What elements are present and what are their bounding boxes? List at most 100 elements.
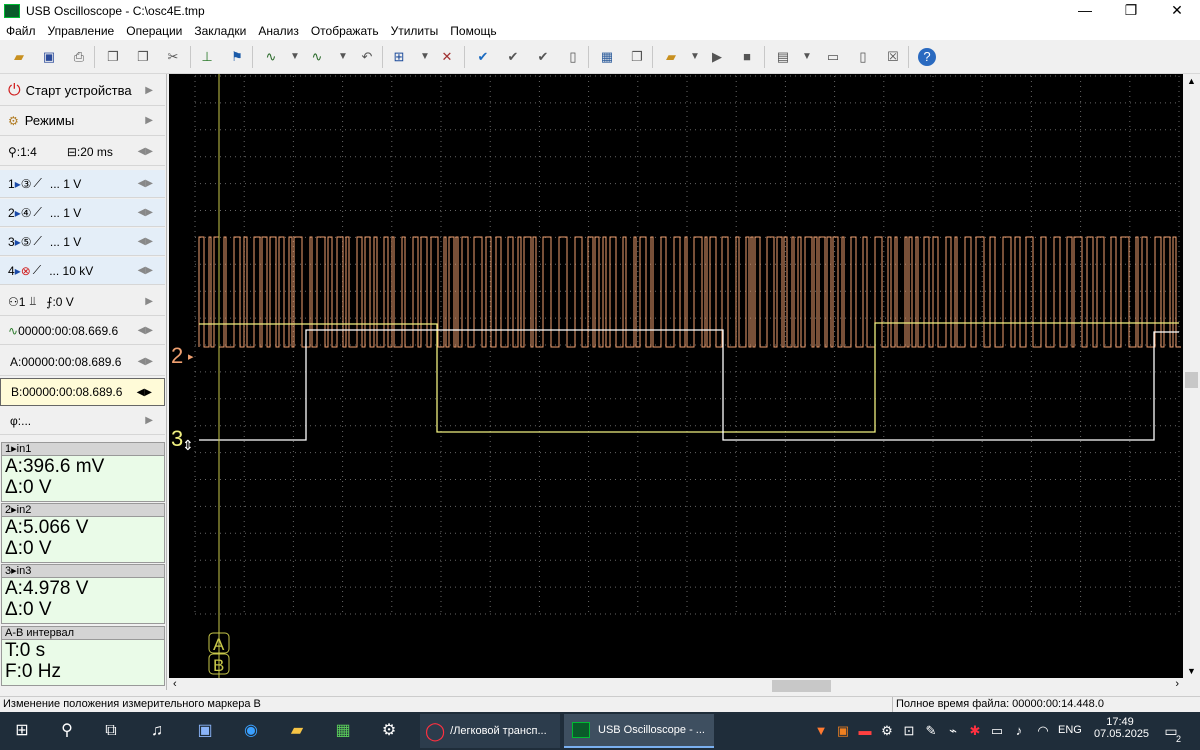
dropdown-icon[interactable]: ▼ — [286, 48, 304, 66]
windows-start-icon[interactable]: ⊞ — [7, 716, 37, 746]
channel-3-row[interactable]: 3 ▸ ⑤ ⟋ ... 1 V ◀▶ — [0, 228, 165, 256]
stop-icon[interactable]: ■ — [738, 48, 756, 66]
dropdown4-icon[interactable]: ▼ — [686, 48, 704, 66]
channel-2-row[interactable]: 2 ▸ ④ ⟋ ... 1 V ◀▶ — [0, 199, 165, 227]
window-icon[interactable]: ❐ — [628, 48, 646, 66]
title-bar: USB Oscilloscope - C:\osc4E.tmp — ❐ ✕ — [0, 0, 1200, 22]
trigger-icon: ⚇ — [8, 294, 19, 309]
timebase-value: :20 ms — [76, 144, 113, 159]
zoom-timebase-row[interactable]: ⚲ :1:4 ⊟ :20 ms ◀▶ — [0, 138, 165, 166]
open-icon[interactable]: ▰ — [10, 48, 28, 66]
flag-icon[interactable]: ⚑ — [228, 48, 246, 66]
app-gear-icon[interactable]: ⚙ — [374, 716, 404, 746]
oscilloscope-display[interactable]: 2 ▸ 3 ⇕ A B — [169, 74, 1183, 678]
hscroll-thumb[interactable] — [772, 680, 831, 692]
menu-bar: Файл Управление Операции Закладки Анализ… — [0, 22, 1200, 40]
dropdown2-icon[interactable]: ▼ — [334, 48, 352, 66]
vertical-scrollbar[interactable]: ▲ ▼ — [1183, 74, 1200, 678]
ch2-marker[interactable]: 2 — [171, 343, 183, 368]
taskbar-browser-app[interactable]: ◯ /Легковой трансп... — [420, 714, 560, 748]
magnifier-icon: ⚲ — [8, 144, 17, 159]
toolbar: ▰ ▣ ⎙ ❐ ❐ ✂ ⊥ ⚑ ∿ ▼ ∿ ▼ ↶ ⊞ ▼ ✕ ✔ ✔ ✔ ▯ … — [0, 40, 1200, 74]
trigger-time-row[interactable]: ∿ 00000:00:08.669.6 ◀▶ — [0, 317, 165, 345]
clock[interactable]: 17:49 07.05.2025 — [1094, 716, 1149, 740]
marker-a-row[interactable]: A:00000:00:08.689.6 ◀▶ — [0, 348, 165, 376]
explorer-icon[interactable]: ▰ — [282, 716, 312, 746]
cut-icon[interactable]: ✂ — [164, 48, 182, 66]
mp3-app-icon[interactable]: ♫ — [142, 716, 172, 746]
time-icon: ∿ — [8, 323, 19, 338]
check-icon[interactable]: ✔ — [474, 48, 492, 66]
scroll-up-icon[interactable]: ▲ — [1187, 76, 1196, 86]
image-icon[interactable]: ▭ — [824, 48, 842, 66]
menu-file[interactable]: Файл — [0, 24, 42, 38]
zoom-value: :1:4 — [16, 144, 37, 159]
window-title: USB Oscilloscope - C:\osc4E.tmp — [26, 4, 205, 18]
print-icon[interactable]: ⎙ — [70, 48, 88, 66]
signal2-icon[interactable]: ∿ — [308, 48, 326, 66]
app-icon — [4, 4, 20, 18]
menu-operations[interactable]: Операции — [120, 24, 188, 38]
vscroll-thumb[interactable] — [1185, 372, 1198, 388]
save-app-icon[interactable]: ▣ — [190, 716, 220, 746]
cursor-tool-icon[interactable]: ⊥ — [198, 48, 216, 66]
ch1-marker-arrows: ⇕ — [182, 437, 194, 453]
grid-icon[interactable]: ▦ — [598, 48, 616, 66]
measure-1-header: 1▸in1 — [1, 442, 165, 456]
save-icon[interactable]: ▣ — [40, 48, 58, 66]
menu-help[interactable]: Помощь — [444, 24, 502, 38]
scroll-down-icon[interactable]: ▼ — [1187, 666, 1196, 676]
channel-1-row[interactable]: 1 ▸ ③ ⟋ ... 1 V ◀▶ — [0, 170, 165, 198]
edge-icon: ⫫ — [29, 294, 37, 308]
notification-count: 2 — [1176, 734, 1182, 744]
edge-icon[interactable]: ◉ — [236, 716, 266, 746]
maximize-button[interactable]: ❐ — [1108, 0, 1154, 22]
copy-icon[interactable]: ❐ — [104, 48, 122, 66]
app-green-icon[interactable]: ▦ — [328, 716, 358, 746]
paste-icon[interactable]: ❐ — [134, 48, 152, 66]
help-icon[interactable]: ? — [918, 48, 936, 66]
undo-icon[interactable]: ↶ — [358, 48, 376, 66]
close-button[interactable]: ✕ — [1154, 0, 1200, 22]
minimize-button[interactable]: — — [1062, 0, 1108, 22]
task-view-icon[interactable]: ⧉ — [96, 716, 126, 746]
cursor-a-label: A — [213, 635, 225, 654]
taskbar-oscilloscope-app[interactable]: USB Oscilloscope - ... — [564, 714, 714, 748]
modes-button[interactable]: ⚙ Режимы ▶ — [0, 106, 165, 136]
horizontal-scrollbar[interactable]: ‹ › — [169, 678, 1183, 694]
menu-view[interactable]: Отображать — [305, 24, 385, 38]
ch2-marker-arrow: ▸ — [188, 351, 194, 363]
channel-4-row[interactable]: 4 ▸ ⊗ ⟋ ... 10 kV ◀▶ — [0, 257, 165, 285]
dropdown5-icon[interactable]: ▼ — [798, 48, 816, 66]
zoom-icon[interactable]: ⊞ — [390, 48, 408, 66]
cancel-icon[interactable]: ☒ — [884, 48, 902, 66]
wifi-icon[interactable]: ◠ — [1028, 716, 1058, 746]
phase-row[interactable]: φ:... ▶ — [0, 407, 165, 435]
menu-utilities[interactable]: Утилиты — [385, 24, 445, 38]
notifications-icon[interactable]: ▭ — [1156, 716, 1186, 746]
menu-analysis[interactable]: Анализ — [252, 24, 305, 38]
disabled-source-icon: ⊗ — [20, 263, 31, 278]
play-icon[interactable]: ▶ — [708, 48, 726, 66]
scroll-right-icon[interactable]: › — [1175, 678, 1179, 690]
signal-icon[interactable]: ∿ — [262, 48, 280, 66]
open-data-icon[interactable]: ▰ — [662, 48, 680, 66]
measure-1-panel: A:396.6 mV Δ:0 V — [1, 456, 165, 502]
start-device-button[interactable]: ⏻ Старт устройства ▶ — [0, 76, 165, 106]
language-indicator[interactable]: ENG — [1058, 724, 1082, 736]
modes-icon: ⚙ — [8, 113, 19, 128]
scroll-left-icon[interactable]: ‹ — [173, 678, 177, 690]
search-icon[interactable]: ⚲ — [52, 716, 82, 746]
page-icon[interactable]: ▯ — [854, 48, 872, 66]
menu-bookmarks[interactable]: Закладки — [188, 24, 252, 38]
table-icon[interactable]: ▤ — [774, 48, 792, 66]
marker-b-row[interactable]: B:00000:00:08.689.6 ◀▶ — [0, 378, 165, 406]
check3-icon[interactable]: ✔ — [534, 48, 552, 66]
dropdown3-icon[interactable]: ▼ — [416, 48, 434, 66]
delete-icon[interactable]: ✕ — [438, 48, 456, 66]
doc-icon[interactable]: ▯ — [564, 48, 582, 66]
trigger-row[interactable]: ⚇ 1 ⫫ ⨍ :0 V ▶ — [0, 288, 165, 316]
waveform-canvas[interactable]: 2 ▸ 3 ⇕ A B — [169, 74, 1183, 678]
check2-icon[interactable]: ✔ — [504, 48, 522, 66]
menu-control[interactable]: Управление — [42, 24, 121, 38]
